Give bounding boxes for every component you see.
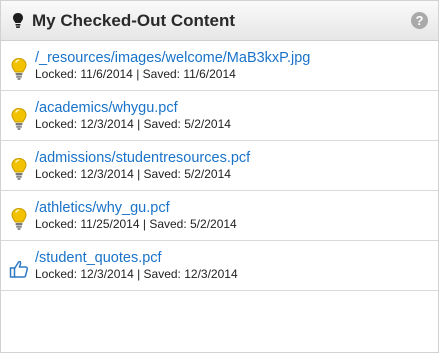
content-row-text: /admissions/studentresources.pcf Locked: … xyxy=(35,150,250,182)
lock-save-dates: Locked: 11/25/2014 | Saved: 5/2/2014 xyxy=(35,216,237,231)
lightbulb-icon xyxy=(9,107,29,131)
content-row-text: /student_quotes.pcf Locked: 12/3/2014 | S… xyxy=(35,250,238,282)
content-row-text: /athletics/why_gu.pcf Locked: 11/25/2014 … xyxy=(35,200,237,232)
content-path-link[interactable]: /student_quotes.pcf xyxy=(35,250,238,267)
lock-save-dates: Locked: 12/3/2014 | Saved: 5/2/2014 xyxy=(35,166,231,181)
help-icon[interactable]: ? xyxy=(411,12,428,29)
content-row[interactable]: /athletics/why_gu.pcf Locked: 11/25/2014 … xyxy=(1,191,438,241)
thumbs-up-icon xyxy=(9,257,29,281)
panel-title: My Checked-Out Content xyxy=(32,10,236,30)
lightbulb-icon xyxy=(9,207,29,231)
lock-save-dates: Locked: 11/6/2014 | Saved: 11/6/2014 xyxy=(35,66,236,81)
lightbulb-icon xyxy=(9,157,29,181)
content-row-text: /_resources/images/welcome/MaB3kxP.jpg Lo… xyxy=(35,50,310,82)
lightbulb-icon xyxy=(9,57,29,81)
content-row[interactable]: /admissions/studentresources.pcf Locked: … xyxy=(1,141,438,191)
content-path-link[interactable]: /athletics/why_gu.pcf xyxy=(35,200,237,217)
content-row-text: /academics/whygu.pcf Locked: 12/3/2014 | … xyxy=(35,100,231,132)
checked-out-content-panel: My Checked-Out Content ? /_resources/ima… xyxy=(0,0,439,353)
content-path-link[interactable]: /_resources/images/welcome/MaB3kxP.jpg xyxy=(35,50,310,67)
content-row[interactable]: /student_quotes.pcf Locked: 12/3/2014 | S… xyxy=(1,241,438,291)
lock-save-dates: Locked: 12/3/2014 | Saved: 5/2/2014 xyxy=(35,116,231,131)
content-path-link[interactable]: /admissions/studentresources.pcf xyxy=(35,150,250,167)
lightbulb-icon xyxy=(12,12,24,30)
content-row[interactable]: /academics/whygu.pcf Locked: 12/3/2014 | … xyxy=(1,91,438,141)
content-row[interactable]: /_resources/images/welcome/MaB3kxP.jpg Lo… xyxy=(1,41,438,91)
lock-save-dates: Locked: 12/3/2014 | Saved: 12/3/2014 xyxy=(35,266,238,281)
content-list: /_resources/images/welcome/MaB3kxP.jpg Lo… xyxy=(1,41,438,291)
panel-header: My Checked-Out Content ? xyxy=(1,1,438,41)
content-path-link[interactable]: /academics/whygu.pcf xyxy=(35,100,231,117)
